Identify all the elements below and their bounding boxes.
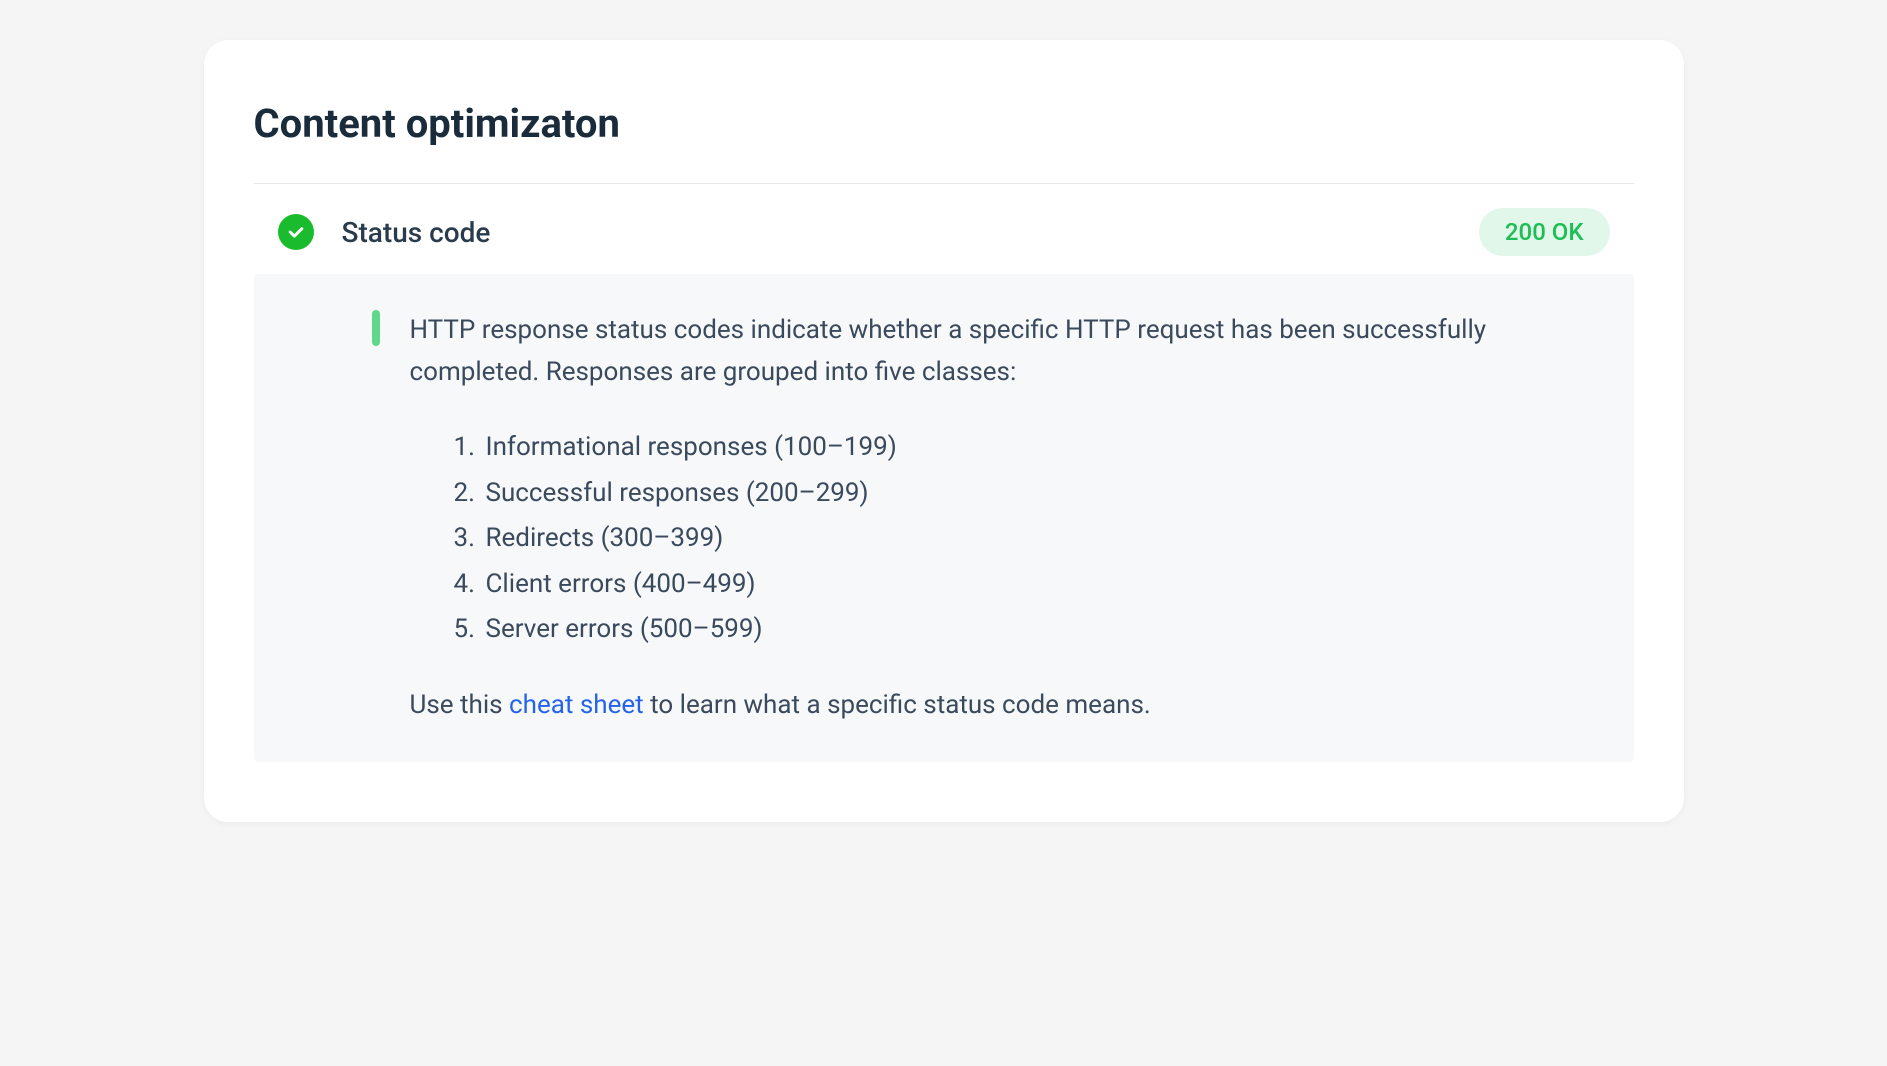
divider: [254, 183, 1634, 184]
info-panel: HTTP response status codes indicate whet…: [254, 274, 1634, 762]
status-left: Status code: [278, 214, 491, 250]
section-heading: Content optimizaton: [254, 100, 1634, 147]
status-badge: 200 OK: [1479, 208, 1610, 256]
status-row: Status code 200 OK: [254, 208, 1634, 274]
status-title: Status code: [342, 216, 491, 249]
list-item: Successful responses (200–299): [454, 471, 1586, 517]
list-item: Informational responses (100–199): [454, 425, 1586, 471]
list-item: Server errors (500–599): [454, 607, 1586, 653]
footer-text: Use this cheat sheet to learn what a spe…: [410, 685, 1586, 727]
cheat-sheet-link[interactable]: cheat sheet: [509, 690, 644, 720]
content-card: Content optimizaton Status code 200 OK H…: [204, 40, 1684, 822]
response-classes-list: Informational responses (100–199) Succes…: [454, 425, 1586, 653]
intro-text: HTTP response status codes indicate whet…: [410, 310, 1586, 393]
list-item: Client errors (400–499): [454, 562, 1586, 608]
checkmark-icon: [278, 214, 314, 250]
footer-prefix: Use this: [410, 690, 510, 720]
accent-bar-icon: [372, 310, 380, 346]
footer-suffix: to learn what a specific status code mea…: [644, 690, 1151, 720]
list-item: Redirects (300–399): [454, 516, 1586, 562]
